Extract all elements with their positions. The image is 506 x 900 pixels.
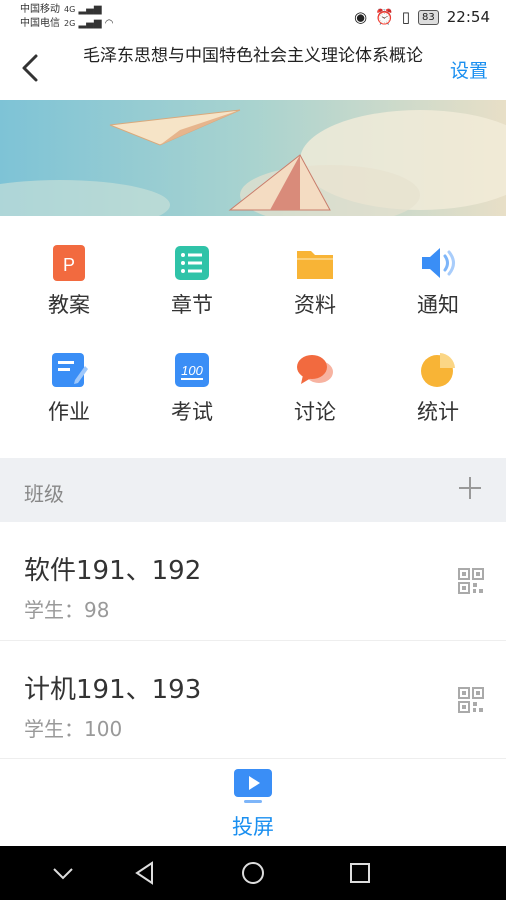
qr-code-icon[interactable] (458, 568, 484, 594)
grid-item-statistics[interactable]: 统计 (375, 323, 501, 424)
back-arrow-icon[interactable] (16, 50, 46, 86)
home-circle-icon[interactable] (238, 858, 268, 888)
chat-bubble-icon (297, 355, 333, 384)
svg-text:P: P (63, 255, 75, 275)
status-right: ◉ ⏰ ▯ 83 22:54 (354, 8, 490, 26)
screen-cast-button[interactable]: 投屏 (0, 758, 506, 847)
class-list-item[interactable]: 计机191、193 学生：100 (0, 641, 506, 759)
grid-item-materials[interactable]: 资料 (252, 216, 378, 317)
status-bar: 中国移动 4G ▂▄▆ 中国电信 2G ▂▄▆ ◠ ◉ ⏰ ▯ 83 22:54 (0, 0, 506, 36)
qr-code-icon[interactable] (458, 687, 484, 713)
signal-bars-icon: ▂▄▆ (75, 4, 102, 15)
system-nav-bar (0, 846, 506, 900)
signal-1: 4G (64, 5, 76, 14)
screen-cast-label: 投屏 (232, 815, 274, 839)
alarm-icon: ⏰ (375, 8, 394, 26)
signal-2: 2G (64, 19, 76, 28)
app-header: 毛泽东思想与中国特色社会主义理论体系概论 设置 (0, 36, 506, 100)
grid-label: 资料 (294, 293, 336, 317)
grid-label: 考试 (171, 400, 213, 424)
class-name: 计机191、193 (24, 675, 202, 705)
grid-label: 统计 (417, 400, 459, 424)
class-section-header: 班级 (0, 458, 506, 522)
grid-item-lesson-plan[interactable]: P 教案 (6, 216, 132, 317)
course-banner-image (0, 100, 506, 216)
grid-item-exam[interactable]: 100 考试 (129, 323, 255, 424)
recents-square-icon[interactable] (345, 858, 375, 888)
section-title: 班级 (24, 482, 64, 506)
grid-label: 作业 (48, 400, 90, 424)
carrier-info: 中国移动 4G ▂▄▆ 中国电信 2G ▂▄▆ ◠ (20, 3, 113, 31)
grid-label: 教案 (48, 293, 90, 317)
battery-indicator: 83 (418, 9, 439, 25)
edit-icon (52, 353, 88, 387)
class-list-item[interactable]: 软件191、192 学生：98 (0, 522, 506, 640)
list-icon (175, 246, 209, 280)
settings-button[interactable]: 设置 (450, 56, 488, 83)
clock: 22:54 (446, 8, 490, 26)
page-title: 毛泽东思想与中国特色社会主义理论体系概论 (83, 46, 423, 66)
add-class-icon[interactable] (456, 474, 484, 502)
speaker-icon (422, 248, 455, 278)
class-student-count: 学生：98 (24, 598, 110, 622)
feature-grid: P 教案 章节 资料 通知 作业 100 考试 讨论 统计 (0, 216, 506, 458)
grid-label: 章节 (171, 293, 213, 317)
ppt-icon: P (53, 245, 85, 281)
eye-icon: ◉ (353, 8, 368, 26)
grid-label: 通知 (417, 293, 459, 317)
screen-cast-icon (234, 769, 272, 803)
svg-text:100: 100 (181, 363, 203, 378)
grid-item-discussion[interactable]: 讨论 (252, 323, 378, 424)
back-triangle-icon[interactable] (130, 858, 160, 888)
class-name: 软件191、192 (24, 556, 202, 586)
signal-bars-icon: ▂▄▆ (75, 18, 102, 29)
chevron-down-icon[interactable] (48, 858, 78, 888)
grid-item-notifications[interactable]: 通知 (375, 216, 501, 317)
exam-100-icon: 100 (175, 353, 209, 387)
class-student-count: 学生：100 (24, 717, 123, 741)
grid-label: 讨论 (294, 400, 336, 424)
carrier-2: 中国电信 (20, 18, 60, 29)
folder-icon (297, 251, 333, 279)
vibrate-icon: ▯ (401, 8, 411, 26)
carrier-1: 中国移动 (20, 4, 60, 15)
pie-chart-icon (421, 353, 455, 387)
grid-item-chapters[interactable]: 章节 (129, 216, 255, 317)
wifi-icon: ◠ (104, 18, 114, 29)
grid-item-homework[interactable]: 作业 (6, 323, 132, 424)
